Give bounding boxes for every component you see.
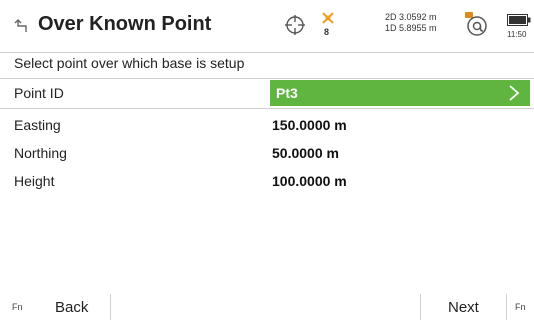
softkey-bar: Fn Back Next Fn: [0, 294, 534, 320]
height-row: Height 100.0000 m: [0, 168, 534, 194]
row-divider: [0, 78, 534, 79]
quality-1d: 1D 5.8955 m: [385, 23, 437, 33]
chevron-right-icon: [508, 84, 520, 102]
northing-row: Northing 50.0000 m: [0, 140, 534, 166]
row-divider: [0, 108, 534, 109]
satellite-count: 8: [324, 27, 330, 37]
softkey-divider: [110, 294, 111, 320]
back-button[interactable]: Back: [40, 294, 110, 320]
fn-key-left[interactable]: Fn: [12, 302, 23, 312]
easting-value: 150.0000 m: [272, 117, 347, 133]
header-divider: [0, 52, 534, 53]
quality-2d: 2D 3.0592 m: [385, 12, 437, 22]
point-id-select[interactable]: Pt3: [270, 80, 530, 106]
northing-label: Northing: [14, 145, 67, 161]
point-id-value: Pt3: [276, 85, 298, 101]
position-quality[interactable]: 2D 3.0592 m 1D 5.8955 m: [385, 12, 437, 34]
at-icon[interactable]: [462, 10, 490, 38]
fn-key-right[interactable]: Fn: [515, 302, 526, 312]
easting-label: Easting: [14, 117, 61, 133]
satellite-icon[interactable]: [320, 10, 336, 26]
point-id-label: Point ID: [14, 85, 64, 101]
return-arrow-icon[interactable]: [14, 17, 30, 35]
instruction-text: Select point over which base is setup: [14, 55, 245, 71]
battery-icon[interactable]: [507, 13, 531, 26]
next-button[interactable]: Next: [420, 294, 500, 320]
height-value: 100.0000 m: [272, 173, 347, 189]
clock-time: 11:50: [507, 30, 527, 39]
softkey-divider: [506, 294, 507, 320]
page-title: Over Known Point: [38, 13, 212, 35]
title-bar: Over Known Point 8 2D 3.0592 m 1D 5.8955…: [0, 0, 534, 52]
easting-row: Easting 150.0000 m: [0, 112, 534, 138]
next-button-label: Next: [448, 299, 479, 316]
back-button-label: Back: [55, 299, 89, 316]
crosshair-icon[interactable]: [284, 14, 306, 36]
northing-value: 50.0000 m: [272, 145, 339, 161]
height-label: Height: [14, 173, 55, 189]
